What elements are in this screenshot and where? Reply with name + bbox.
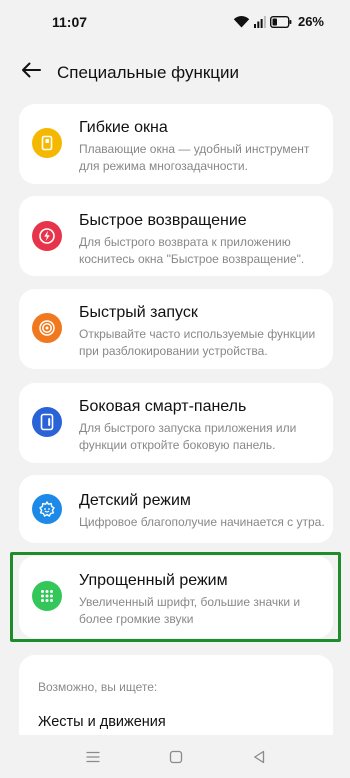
page-title: Специальные функции xyxy=(57,63,240,82)
card-title: Детский режим xyxy=(79,492,191,509)
smart-sidebar-icon xyxy=(32,407,62,437)
battery-icon xyxy=(269,15,292,28)
card-description: Для быстрого возврата к приложению косни… xyxy=(79,235,305,266)
card-quick-launch[interactable]: Быстрый запуск Открывайте часто использу… xyxy=(19,289,333,369)
status-icons: 26% xyxy=(233,14,324,29)
header: Специальные функции xyxy=(0,52,350,92)
back-button[interactable] xyxy=(18,60,44,84)
card-description: Для быстрого запуска приложения или функ… xyxy=(79,421,297,452)
simple-mode-icon xyxy=(32,581,62,611)
arrow-left-icon xyxy=(21,62,41,83)
wifi-icon xyxy=(233,15,250,28)
suggestions-label: Возможно, вы ищете: xyxy=(38,680,158,694)
battery-percentage: 26% xyxy=(297,14,324,29)
flexible-windows-icon xyxy=(32,128,62,158)
card-smart-sidebar[interactable]: Боковая смарт-панель Для быстрого запуск… xyxy=(19,383,333,463)
card-title: Быстрое возвращение xyxy=(79,212,247,229)
home-icon[interactable] xyxy=(165,747,187,767)
card-flexible-windows[interactable]: Гибкие окна Плавающие окна — удобный инс… xyxy=(19,104,333,184)
suggestion-item[interactable]: Жесты и движения xyxy=(38,714,166,730)
card-simple-mode[interactable]: Упрощенный режим Увеличенный шрифт, боль… xyxy=(19,556,333,638)
signal-icon xyxy=(253,15,266,28)
card-title: Упрощенный режим xyxy=(79,572,228,589)
quick-return-icon xyxy=(32,221,62,251)
card-description: Плавающие окна — удобный инструмент для … xyxy=(79,142,310,173)
quick-launch-icon xyxy=(32,313,62,343)
status-time: 11:07 xyxy=(52,14,88,30)
card-title: Быстрый запуск xyxy=(79,304,198,321)
card-description: Увеличенный шрифт, большие значки и боле… xyxy=(79,595,301,626)
card-description: Цифровое благополучие начинается с утра. xyxy=(79,515,325,529)
card-quick-return[interactable]: Быстрое возвращение Для быстрого возврат… xyxy=(19,196,333,276)
card-title: Боковая смарт-панель xyxy=(79,398,247,415)
menu-icon[interactable] xyxy=(82,747,104,767)
navigation-bar xyxy=(0,735,350,778)
status-bar: 11:07 26% xyxy=(0,0,350,44)
card-title: Гибкие окна xyxy=(79,119,168,136)
suggestions-card: Возможно, вы ищете: Жесты и движения xyxy=(19,655,333,735)
card-kids-mode[interactable]: Детский режим Цифровое благополучие начи… xyxy=(19,475,333,543)
kids-mode-icon xyxy=(32,494,62,524)
card-description: Открывайте часто используемые функции пр… xyxy=(79,327,316,358)
back-triangle-icon[interactable] xyxy=(248,747,270,767)
